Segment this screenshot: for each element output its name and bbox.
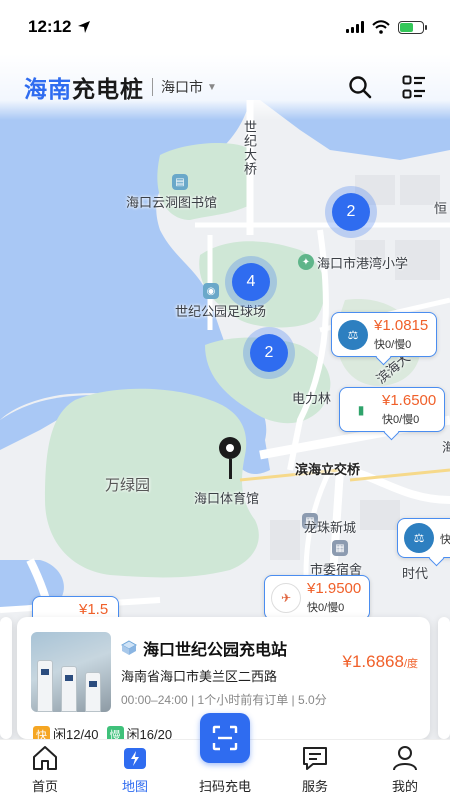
map-label-park: 万绿园: [105, 477, 151, 494]
marker-price: ¥1.0815: [374, 317, 429, 334]
marker-price: ¥1.9500: [307, 580, 362, 597]
tab-label: 地图: [121, 779, 148, 794]
map-label-school: 海口市港湾小学: [317, 256, 409, 271]
city-selector[interactable]: 海口市 ▼: [161, 77, 217, 97]
marker-price: ¥1.6500: [382, 392, 437, 409]
operator-logo-icon: ✈: [271, 582, 301, 613]
status-bar: 12:12: [0, 0, 450, 54]
library-icon: ▤: [172, 174, 188, 190]
tab-profile[interactable]: 我的: [360, 740, 450, 800]
operator-logo-icon: ⚖: [338, 319, 368, 350]
station-meta: 00:00–24:00 | 1个小时前有订单 | 5.0分: [121, 693, 327, 707]
status-time: 12:12: [28, 17, 91, 37]
cluster-count: 2: [332, 193, 370, 231]
app-title: 海南充电桩: [24, 70, 144, 104]
marker-availability: 快0/慢0: [382, 414, 420, 426]
map-label-bridge: 世纪大桥: [242, 120, 257, 176]
search-icon[interactable]: [348, 75, 372, 99]
marker-availability: 快0/慢0: [374, 339, 412, 351]
map-label-gym: 海口体育馆: [194, 491, 260, 506]
map-label-hai: 海: [442, 440, 450, 455]
map-icon: [124, 748, 146, 769]
clock: 12:12: [28, 17, 72, 36]
location-arrow-icon: [78, 21, 91, 33]
tab-service[interactable]: 服务: [270, 740, 360, 800]
station-price: ¥1.6868/度: [342, 652, 418, 672]
battery-icon: [398, 20, 427, 34]
tab-label: 我的: [391, 779, 418, 794]
stadium-icon: ◉: [203, 283, 219, 299]
status-indicators: [346, 20, 427, 34]
station-cluster[interactable]: 4: [225, 256, 277, 308]
wifi-icon: [372, 20, 390, 34]
station-price-marker[interactable]: ✈ ¥1.9500 快0/慢0: [264, 575, 371, 620]
marker-availability: 快: [440, 534, 450, 546]
residence-icon: ▦: [332, 540, 348, 556]
price-unit: /度: [403, 658, 418, 670]
map-label-shidai: 时代: [402, 566, 429, 581]
station-type-icon: [121, 640, 137, 655]
tab-label: 首页: [31, 779, 58, 794]
map-label-heng: 恒: [434, 201, 448, 216]
cluster-count: 4: [232, 263, 270, 301]
map-label-longzhu: 龙珠新城: [304, 520, 357, 535]
tab-map[interactable]: 地图: [90, 740, 180, 800]
station-price-marker[interactable]: ⚖ 快: [397, 518, 450, 558]
tab-label: 扫码充电: [198, 779, 251, 794]
operator-logo-icon: ⚖: [404, 523, 434, 553]
app-screen: 世纪大桥 ▤ 海口云洞图书馆 恒 ✦ 海口市港湾小学 ◉ 世纪公园足球场 电力林…: [0, 0, 450, 800]
station-cluster[interactable]: 2: [325, 186, 377, 238]
prev-card-edge[interactable]: [0, 617, 12, 739]
home-icon: [33, 746, 57, 770]
recent-orders: 1个小时前有订单: [197, 693, 289, 707]
station-price-marker[interactable]: ▮ ¥1.6500 快0/慢0: [339, 387, 446, 432]
marker-price: ¥1.5: [79, 601, 109, 618]
cluster-count: 2: [250, 334, 288, 372]
profile-icon: [393, 746, 417, 771]
opening-hours: 00:00–24:00: [121, 693, 188, 707]
price-value: ¥1.6868: [342, 652, 404, 671]
scan-icon: [212, 725, 238, 751]
next-card-edge[interactable]: [438, 617, 450, 739]
divider: [152, 78, 153, 96]
station-photo: [31, 632, 111, 712]
station-price-marker[interactable]: ⚖ ¥1.0815 快0/慢0: [331, 312, 438, 357]
chevron-down-icon: ▼: [207, 81, 217, 93]
station-name: 海口世纪公园充电站: [143, 642, 288, 659]
station-cluster[interactable]: 2: [243, 327, 295, 379]
city-name: 海口市: [161, 79, 203, 95]
station-title: 海口世纪公园充电站: [121, 636, 287, 660]
station-address: 海南省海口市美兰区二西路: [121, 669, 278, 684]
map-label-power: 电力林: [292, 391, 332, 406]
app-title-rest: 充电桩: [72, 76, 144, 102]
scan-charge-button[interactable]: [200, 713, 250, 763]
location-pin-icon: [219, 437, 241, 479]
school-icon: ✦: [298, 254, 314, 270]
map-label-overpass: 滨海立交桥: [295, 462, 361, 477]
app-title-highlight: 海南: [24, 76, 72, 102]
tab-label: 服务: [301, 779, 328, 794]
service-chat-icon: [303, 747, 327, 770]
map-label-library: 海口云洞图书馆: [126, 195, 218, 210]
list-view-icon[interactable]: [402, 75, 426, 99]
operator-logo-icon: ▮: [346, 394, 376, 425]
signal-icon: [346, 21, 364, 33]
tab-home[interactable]: 首页: [0, 740, 90, 800]
station-rating: 5.0分: [298, 693, 327, 707]
app-header: 海南充电桩 海口市 ▼: [0, 54, 450, 120]
marker-availability: 快0/慢0: [307, 602, 345, 614]
